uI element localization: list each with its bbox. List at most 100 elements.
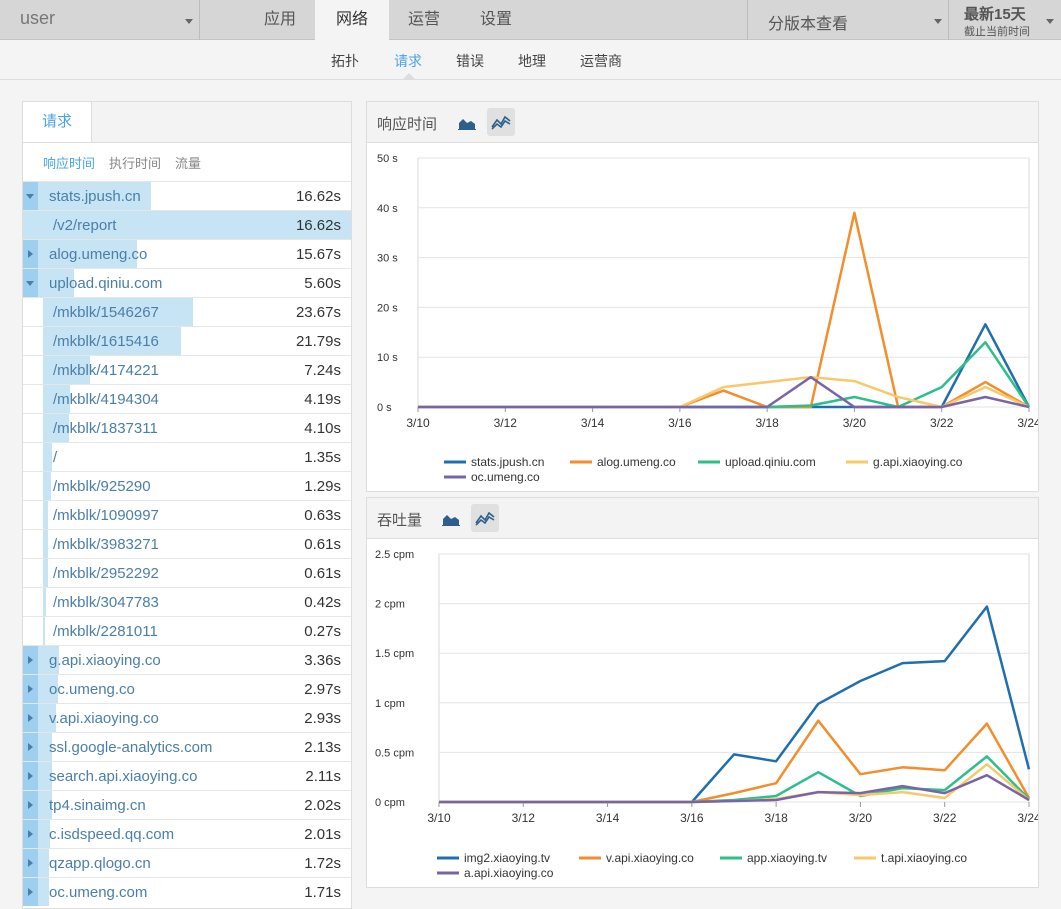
area-chart-icon[interactable] (453, 108, 481, 136)
request-path-row[interactable]: /mkblk/925290 1.29s (23, 471, 351, 500)
request-path-row[interactable]: /mkblk/1090997 0.63s (23, 500, 351, 529)
metric-response-time[interactable]: 响应时间 (43, 153, 95, 172)
request-host-row[interactable]: g.api.xiaoying.co 3.36s (23, 645, 351, 674)
request-host-row[interactable]: alog.umeng.co 15.67s (23, 239, 351, 268)
tab-requests[interactable]: 请求 (23, 102, 92, 142)
request-value: 2.93s (304, 710, 341, 727)
request-name: alog.umeng.co (49, 246, 148, 263)
request-value: 0.61s (304, 536, 341, 553)
request-value: 0.61s (304, 565, 341, 582)
request-path-row[interactable]: /mkblk/3047783 0.42s (23, 587, 351, 616)
request-path-row[interactable]: /mkblk/4174221 7.24s (23, 355, 351, 384)
request-host-row[interactable]: upload.qiniu.com 5.60s (23, 268, 351, 297)
expand-arrow-icon[interactable] (23, 675, 38, 703)
tab-operation[interactable]: 运营 (389, 0, 459, 40)
subtab-requests[interactable]: 请求 (394, 51, 422, 71)
x-tick-label: 3/20 (849, 811, 873, 825)
request-name: /mkblk/1546267 (53, 304, 159, 321)
subtab-errors[interactable]: 错误 (456, 51, 484, 71)
line-chart-icon[interactable] (471, 504, 499, 532)
response-time-title: 响应时间 (377, 116, 438, 133)
area-chart-icon[interactable] (437, 504, 465, 532)
plot-frame (417, 157, 1030, 408)
metric-execution-time[interactable]: 执行时间 (109, 153, 161, 172)
request-host-row[interactable]: ssl.google-analytics.com 2.13s (23, 732, 351, 761)
x-tick-label: 3/14 (596, 811, 620, 825)
request-value: 1.29s (304, 478, 341, 495)
request-value: 2.11s (305, 768, 341, 785)
time-range-select[interactable]: 最新15天 截止当前时间 (950, 0, 1061, 40)
request-name: g.api.xiaoying.co (49, 652, 161, 669)
expand-arrow-icon[interactable] (23, 240, 38, 268)
value-bar (43, 617, 45, 645)
request-host-row[interactable]: tp4.sinaimg.cn 2.02s (23, 790, 351, 819)
request-host-row[interactable]: search.api.xiaoying.co 2.11s (23, 761, 351, 790)
request-path-row[interactable]: /mkblk/1615416 21.79s (23, 326, 351, 355)
chevron-down-icon (934, 19, 942, 24)
expand-arrow-icon[interactable] (23, 849, 38, 877)
tab-network[interactable]: 网络 (315, 0, 389, 40)
request-path-row[interactable]: /mkblk/2281011 0.27s (23, 616, 351, 645)
y-tick-label: 0 cpm (375, 797, 405, 809)
request-name: /mkblk/1090997 (53, 507, 159, 524)
tab-settings[interactable]: 设置 (459, 0, 533, 40)
request-name: ssl.google-analytics.com (49, 739, 213, 756)
legend-label: t.api.xiaoying.co (881, 851, 967, 865)
subtab-topology[interactable]: 拓扑 (331, 51, 359, 71)
y-tick-label: 50 s (377, 153, 398, 165)
line-chart-icon[interactable] (487, 108, 515, 136)
request-host-row[interactable]: c.isdspeed.qq.com 2.01s (23, 819, 351, 848)
request-value: 1.35s (304, 449, 341, 466)
subtab-carrier[interactable]: 运营商 (580, 51, 622, 71)
version-select[interactable]: 分版本查看 (747, 0, 949, 40)
y-tick-label: 30 s (377, 253, 398, 265)
request-path-row[interactable]: /mkblk/3983271 0.61s (23, 529, 351, 558)
expand-arrow-icon[interactable] (23, 878, 38, 906)
request-value: 7.24s (304, 362, 341, 379)
request-host-row[interactable]: oc.umeng.co 2.97s (23, 674, 351, 703)
expand-arrow-icon[interactable] (23, 733, 38, 761)
expand-arrow-icon[interactable] (23, 646, 38, 674)
expand-arrow-icon[interactable] (23, 791, 38, 819)
request-host-row[interactable]: qzapp.qlogo.cn 1.72s (23, 848, 351, 877)
request-host-row[interactable]: stats.jpush.cn 16.62s (23, 181, 351, 210)
expand-arrow-icon[interactable] (23, 762, 38, 790)
request-value: 2.02s (304, 797, 341, 814)
legend-label: app.xiaoying.tv (747, 851, 827, 865)
expand-arrow-icon[interactable] (23, 704, 38, 732)
series-line (418, 323, 1031, 409)
request-path-row[interactable]: /mkblk/1546267 23.67s (23, 297, 351, 326)
request-name: /mkblk/925290 (53, 478, 151, 495)
request-value: 15.67s (295, 246, 341, 263)
x-tick-label: 3/16 (680, 811, 704, 825)
x-tick-label: 3/18 (764, 811, 788, 825)
x-tick-label: 3/16 (668, 416, 692, 430)
collapse-arrow-icon[interactable] (23, 182, 38, 210)
request-name: /mkblk/3047783 (53, 594, 159, 611)
user-select[interactable]: user (0, 0, 200, 40)
throughput-title: 吞吐量 (377, 512, 423, 529)
request-path-row[interactable]: /mkblk/2952292 0.61s (23, 558, 351, 587)
request-list-panel: 请求 响应时间 执行时间 流量 stats.jpush.cn 16.62s/v2/… (22, 101, 352, 909)
request-path-row[interactable]: / 1.35s (23, 442, 351, 471)
tab-app[interactable]: 应用 (245, 0, 315, 40)
request-name: oc.umeng.com (49, 884, 148, 901)
request-host-row[interactable]: v.api.xiaoying.co 2.93s (23, 703, 351, 732)
subtab-geography[interactable]: 地理 (518, 51, 546, 71)
request-value: 1.72s (304, 855, 341, 872)
request-path-row[interactable]: /mkblk/4194304 4.19s (23, 384, 351, 413)
request-name: /mkblk/3983271 (53, 536, 159, 553)
expand-arrow-icon[interactable] (23, 820, 38, 848)
request-path-row[interactable]: /v2/report 16.62s (23, 210, 351, 239)
request-name: c.isdspeed.qq.com (49, 826, 175, 843)
request-host-row[interactable]: oc.umeng.com 1.71s (23, 877, 351, 906)
y-tick-label: 10 s (377, 352, 398, 364)
request-name: / (53, 449, 58, 466)
request-value: 3.36s (304, 652, 341, 669)
legend-label: a.api.xiaoying.co (464, 866, 554, 880)
request-path-row[interactable]: /mkblk/1837311 4.10s (23, 413, 351, 442)
x-tick-label: 3/12 (494, 416, 518, 430)
collapse-arrow-icon[interactable] (23, 269, 38, 297)
x-tick-label: 3/22 (930, 416, 954, 430)
metric-traffic[interactable]: 流量 (175, 153, 201, 172)
